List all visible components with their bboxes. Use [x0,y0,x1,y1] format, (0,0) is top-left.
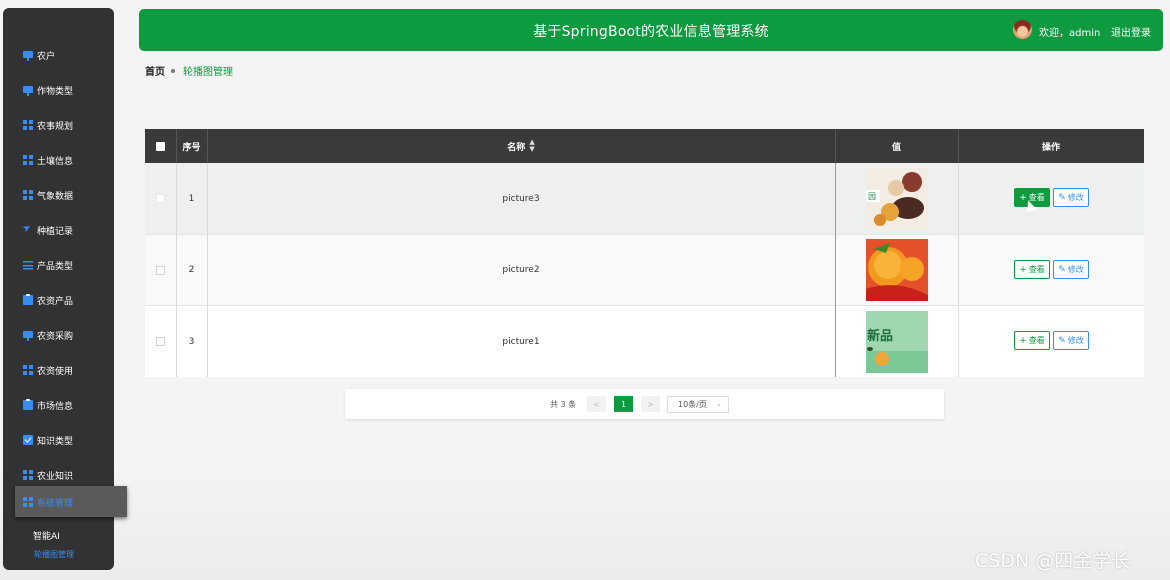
sidebar-item-market-info[interactable]: 市场信息 [23,396,73,414]
header-index: 序号 [182,142,201,153]
row-select-cell [145,235,176,305]
col-divider [207,163,208,377]
data-table: 序号 名称 ▲ ▼ 值 操作 1 picture3 园 + 查看 ✎ 修改 2 … [145,129,1144,377]
watermark: CSDN @四金学长 [975,550,1131,572]
row-image-cell: 新品 [835,306,958,377]
prev-page-button[interactable]: < [587,396,606,412]
row-image-cell [835,235,958,305]
svg-text:园: 园 [868,192,876,201]
grid-icon [23,470,33,480]
row-checkbox[interactable] [156,337,165,346]
breadcrumb: 首页 轮播图管理 [145,63,233,78]
welcome-text: 欢迎，admin [1039,28,1101,39]
row-name: picture3 [502,193,540,204]
col-divider [958,163,959,377]
grid-icon [23,190,33,200]
row-select-cell [145,306,176,377]
avatar[interactable] [1013,20,1032,39]
row-name: picture2 [502,265,540,275]
pagination: 共 3 条 < 1 > 10条/页 ⌄ [345,389,944,419]
col-divider [176,129,177,163]
edit-button[interactable]: ✎ 修改 [1053,331,1089,350]
col-divider [835,163,836,377]
sort-icon[interactable]: ▲ ▼ [529,139,534,153]
sidebar-item-farm-planning[interactable]: 农事规划 [23,116,73,134]
pencil-icon: ✎ [1058,335,1066,346]
row-index: 2 [188,265,195,275]
monitor-icon [23,50,33,61]
grid-icon [23,365,33,375]
sidebar-item-knowledge-type[interactable]: 知识类型 [23,431,73,449]
breadcrumb-separator [171,68,175,73]
row-name: picture1 [502,336,540,347]
sliders-icon [23,260,33,270]
col-divider [835,129,836,163]
row-image-cell: 园 [835,163,958,234]
row-checkbox[interactable] [156,265,165,275]
row-checkbox[interactable] [156,194,165,203]
header-value: 值 [891,142,901,153]
table-row[interactable]: 1 picture3 园 + 查看 ✎ 修改 [145,163,1144,235]
select-all-checkbox[interactable] [156,141,165,151]
row-select-cell [145,163,176,234]
sidebar-item-agri-products[interactable]: 农资产品 [23,291,73,309]
svg-text:新品: 新品 [867,328,893,344]
view-button[interactable]: + 查看 [1014,331,1050,350]
page-1-button[interactable]: 1 [614,396,633,412]
sidebar-item-soil-info[interactable]: 土壤信息 [23,151,73,169]
grid-icon [23,155,33,165]
col-divider [207,129,208,163]
table-row[interactable]: 3 picture1 新品 + 查看 ✎ 修改 [145,306,1144,377]
edit-button[interactable]: ✎ 修改 [1053,188,1089,207]
sidebar-subitem-carousel[interactable]: 轮播图管理 [34,549,74,560]
sidebar-item-planting-record[interactable]: 种植记录 [23,221,73,239]
grid-icon [23,120,33,130]
sidebar-item-usage[interactable]: 农资使用 [23,361,73,379]
plus-icon: + [1019,264,1027,275]
new-product-banner-image[interactable]: 新品 [865,310,928,373]
row-index: 3 [188,336,195,347]
sidebar-item-product-type[interactable]: 产品类型 [23,256,73,274]
sidebar-item-farmer[interactable]: 农户 [23,46,55,64]
sidebar-item-agri-knowledge[interactable]: 农业知识 [23,466,73,484]
header-name[interactable]: 名称 ▲ ▼ [207,129,835,163]
sidebar-subitem-ai[interactable]: 智能AI [33,529,60,542]
breadcrumb-home[interactable]: 首页 [145,63,165,78]
header-select-all [145,129,176,163]
sidebar-item-purchase[interactable]: 农资采购 [23,326,73,344]
table-header: 序号 名称 ▲ ▼ 值 操作 [145,129,1144,163]
sidebar-item-crop-type[interactable]: 作物类型 [23,81,73,99]
clipboard-icon [23,294,33,305]
edit-button[interactable]: ✎ 修改 [1053,260,1089,279]
page-size-select[interactable]: 10条/页 ⌄ [667,396,729,413]
grid-icon [23,497,33,507]
plus-icon: + [1019,335,1027,346]
col-divider [958,129,959,163]
pencil-icon: ✎ [1058,264,1066,275]
pencil-icon: ✎ [1058,192,1066,203]
view-button[interactable]: + 查看 [1014,260,1050,279]
row-index: 1 [188,193,195,204]
check-icon [23,435,33,445]
breadcrumb-current: 轮播图管理 [183,67,233,78]
clipboard-icon [23,399,33,410]
sidebar-item-weather-data[interactable]: 气象数据 [23,186,73,204]
pagination-total: 共 3 条 [550,400,577,409]
table-row[interactable]: 2 picture2 + 查看 ✎ 修改 [145,235,1144,306]
app-title: 基于SpringBoot的农业信息管理系统 [533,24,769,40]
header-actions: 操作 [1041,142,1060,153]
sidebar-item-system-admin-inner: 系统管理 [23,493,73,511]
send-icon [23,225,33,235]
sidebar-item-system-admin[interactable]: 系统管理 [15,486,127,517]
monitor-icon [23,330,33,341]
next-page-button[interactable]: > [641,396,660,412]
orange-chili-image[interactable] [865,239,928,301]
monitor-icon [23,85,33,96]
top-header: 基于SpringBoot的农业信息管理系统 欢迎，admin 退出登录 [139,9,1163,51]
chevron-down-icon: ⌄ [716,400,722,408]
col-divider [176,163,177,377]
logout-link[interactable]: 退出登录 [1111,24,1151,39]
food-collage-image[interactable]: 园 [865,167,928,230]
